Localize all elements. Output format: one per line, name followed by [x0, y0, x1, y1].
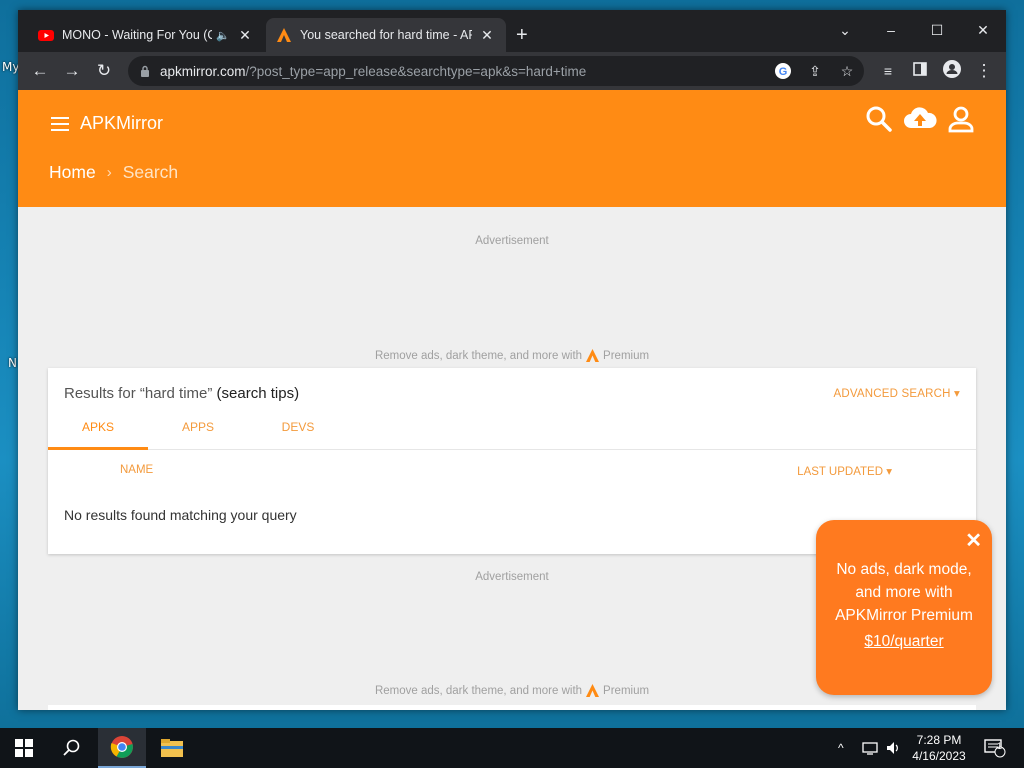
speaker-icon[interactable]: 🔈: [216, 29, 230, 42]
taskbar: ^ 7:28 PM 4/16/2023 1: [0, 728, 1024, 768]
share-icon[interactable]: ⇪: [806, 62, 824, 80]
reload-button[interactable]: ↻: [92, 60, 116, 82]
close-tab-icon[interactable]: ✕: [478, 27, 496, 44]
page-content: APKMirror Home › Search Advertisement Re…: [18, 90, 1006, 710]
hamburger-menu-icon[interactable]: [51, 117, 69, 131]
results-tabs: APKS APPS DEVS: [48, 416, 976, 450]
results-title: Results for “hard time” (search tips): [64, 385, 299, 402]
clock-time: 7:28 PM: [916, 733, 962, 747]
apkmirror-logo-icon: [586, 684, 600, 697]
svg-text:G: G: [779, 66, 788, 78]
minimize-button[interactable]: –: [868, 16, 914, 44]
chrome-taskbar-icon[interactable]: [98, 728, 146, 768]
side-panel-icon[interactable]: [908, 60, 932, 82]
upload-cloud-icon[interactable]: [902, 104, 938, 134]
clock-date: 4/16/2023: [912, 749, 966, 763]
tab-strip: MONO - Waiting For You (Of 🔈 ✕ You searc…: [18, 10, 1006, 52]
promo-price-link[interactable]: $10/quarter: [816, 633, 992, 651]
search-icon[interactable]: [48, 728, 96, 768]
forward-button[interactable]: →: [60, 60, 84, 82]
url-path: /?post_type=app_release&searchtype=apk&s…: [245, 63, 587, 79]
premium-line-text: Remove ads, dark theme, and more with: [374, 349, 583, 362]
premium-promo-popup[interactable]: ✕ No ads, dark mode, and more with APKMi…: [816, 520, 992, 695]
file-explorer-icon[interactable]: [148, 728, 196, 768]
url-domain: apkmirror.com: [160, 63, 246, 79]
browser-window: MONO - Waiting For You (Of 🔈 ✕ You searc…: [18, 10, 1006, 710]
breadcrumb: Home › Search: [49, 162, 178, 183]
results-query: Results for “hard time”: [64, 385, 213, 402]
back-button[interactable]: ←: [28, 60, 52, 82]
profile-icon[interactable]: [940, 60, 964, 82]
network-icon[interactable]: [862, 728, 878, 768]
next-card-edge: [48, 705, 976, 710]
browser-toolbar: ← → ↻ apkmirror.com /?post_type=app_rele…: [18, 52, 1006, 90]
site-logo[interactable]: APKMirror: [80, 113, 163, 134]
desktop-icon-label: N: [8, 356, 17, 370]
search-icon[interactable]: [864, 104, 894, 134]
account-icon[interactable]: [946, 104, 976, 134]
youtube-icon: [38, 30, 54, 41]
tray-chevron-icon[interactable]: ^: [838, 728, 844, 768]
tab-title: MONO - Waiting For You (Of: [62, 28, 213, 42]
active-tab-indicator: [48, 447, 148, 450]
search-tips-link[interactable]: (search tips): [217, 385, 300, 402]
windows-start-icon[interactable]: [0, 728, 48, 768]
tab-apps[interactable]: APPS: [148, 420, 248, 434]
advertisement-label: Advertisement: [475, 235, 549, 247]
tab-title: You searched for hard time - APK: [300, 28, 472, 42]
premium-line-text: Remove ads, dark theme, and more with: [374, 684, 583, 697]
lock-icon[interactable]: [140, 65, 150, 77]
apkmirror-logo-icon: [586, 349, 600, 362]
close-window-button[interactable]: ✕: [960, 16, 1006, 44]
maximize-button[interactable]: ☐: [914, 16, 960, 44]
tab-apkmirror[interactable]: You searched for hard time - APK ✕: [266, 18, 506, 52]
taskbar-clock[interactable]: 7:28 PM 4/16/2023: [902, 732, 976, 764]
premium-line-suffix: Premium: [603, 349, 650, 362]
column-header-name[interactable]: NAME: [120, 464, 153, 476]
new-tab-button[interactable]: +: [516, 24, 528, 47]
volume-icon[interactable]: [886, 728, 902, 768]
empty-results-message: No results found matching your query: [64, 507, 297, 523]
premium-line-suffix: Premium: [603, 684, 650, 697]
premium-upsell-line[interactable]: Remove ads, dark theme, and more with Pr…: [18, 349, 1006, 362]
advanced-search-button[interactable]: ADVANCED SEARCH ▾: [833, 386, 960, 400]
google-icon[interactable]: G: [774, 62, 792, 80]
bookmark-star-icon[interactable]: ☆: [838, 62, 856, 80]
notification-count: 1: [997, 741, 1003, 751]
tab-youtube[interactable]: MONO - Waiting For You (Of 🔈 ✕: [28, 18, 264, 52]
site-header: APKMirror Home › Search: [18, 90, 1006, 207]
promo-text: No ads, dark mode, and more with APKMirr…: [835, 561, 973, 624]
tab-devs[interactable]: DEVS: [248, 420, 348, 434]
tab-search-icon[interactable]: ⌄: [822, 16, 868, 44]
browser-menu-icon[interactable]: ⋮: [972, 60, 996, 82]
address-bar[interactable]: apkmirror.com /?post_type=app_release&se…: [128, 56, 864, 86]
breadcrumb-home[interactable]: Home: [49, 162, 96, 183]
apkmirror-icon: [277, 28, 291, 42]
media-control-icon[interactable]: ≡: [876, 60, 900, 82]
breadcrumb-current: Search: [122, 162, 179, 182]
close-tab-icon[interactable]: ✕: [236, 27, 254, 44]
chevron-right-icon: ›: [106, 164, 112, 181]
desktop-icon-label: My: [2, 60, 20, 74]
tab-apks[interactable]: APKS: [48, 420, 148, 434]
notifications-icon[interactable]: 1: [984, 728, 1006, 768]
close-icon[interactable]: ✕: [965, 528, 982, 553]
column-header-last-updated[interactable]: LAST UPDATED ▾: [797, 464, 892, 478]
